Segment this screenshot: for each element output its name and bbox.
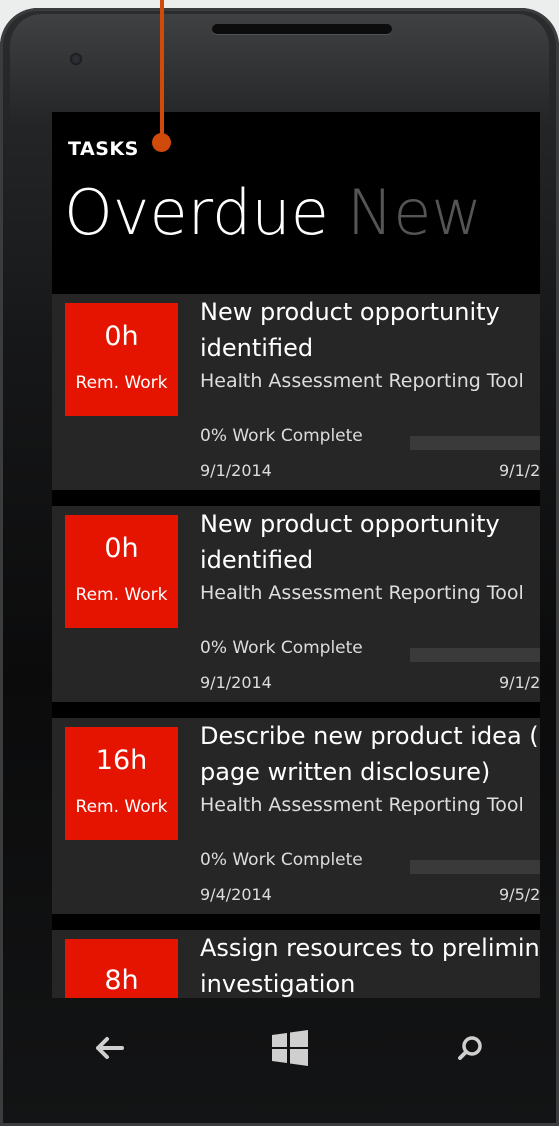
task-list: 0h Rem. Work New product opportunity ide…: [52, 294, 540, 998]
callout-dot: [152, 133, 171, 152]
task-item[interactable]: 16h Rem. Work Describe new product idea …: [52, 718, 540, 914]
task-title-line2: investigation: [200, 970, 356, 998]
task-title-line2: page written disclosure): [200, 758, 491, 786]
end-date: 9/5/2: [499, 885, 540, 904]
callout-line: [160, 0, 164, 136]
work-complete-label: 0% Work Complete: [200, 638, 363, 658]
task-item[interactable]: 0h Rem. Work New product opportunity ide…: [52, 294, 540, 490]
remaining-hours: 0h: [104, 533, 139, 564]
task-project: Health Assessment Reporting Tool: [200, 794, 524, 816]
pivot-new[interactable]: New: [347, 176, 482, 249]
pivot-header: Overdue New: [64, 176, 482, 249]
phone-frame: TASKS Overdue New 0h Rem. Work New produc…: [0, 8, 559, 1126]
task-title-line2: identified: [200, 334, 314, 362]
start-button[interactable]: [260, 1018, 320, 1078]
work-complete-label: 0% Work Complete: [200, 850, 363, 870]
end-date: 9/1/2: [499, 673, 540, 692]
start-date: 9/4/2014: [200, 885, 272, 904]
task-item[interactable]: 0h Rem. Work New product opportunity ide…: [52, 506, 540, 702]
remaining-hours: 16h: [95, 745, 148, 776]
task-item[interactable]: 8h Assign resources to prelimina investi…: [52, 930, 540, 998]
task-project: Health Assessment Reporting Tool: [200, 370, 524, 392]
remaining-work-tile: 8h: [65, 939, 178, 998]
progress-bar: [410, 860, 540, 874]
search-icon: [458, 1036, 482, 1060]
work-complete-label: 0% Work Complete: [200, 426, 363, 446]
progress-bar: [410, 648, 540, 662]
remaining-work-tile: 16h Rem. Work: [65, 727, 178, 840]
search-button[interactable]: [440, 1018, 500, 1078]
front-camera: [70, 53, 82, 65]
task-title-line1: Describe new product idea (1-: [200, 722, 540, 750]
task-title-line2: identified: [200, 546, 314, 574]
task-title-line1: New product opportunity: [200, 510, 500, 538]
remaining-work-label: Rem. Work: [75, 797, 168, 817]
remaining-work-tile: 0h Rem. Work: [65, 515, 178, 628]
remaining-hours: 8h: [104, 965, 139, 996]
task-title: Describe new product idea (1- page writt…: [200, 718, 540, 790]
progress-bar: [410, 436, 540, 450]
remaining-work-label: Rem. Work: [75, 373, 168, 393]
back-button[interactable]: [80, 1018, 140, 1078]
task-title: New product opportunity identified: [200, 294, 540, 366]
task-project: Health Assessment Reporting Tool: [200, 582, 524, 604]
start-date: 9/1/2014: [200, 461, 272, 480]
remaining-hours: 0h: [104, 321, 139, 352]
hardware-nav-bar: [40, 1018, 530, 1078]
phone-earpiece: [212, 24, 392, 34]
remaining-work-label: Rem. Work: [75, 585, 168, 605]
pivot-overdue[interactable]: Overdue: [64, 176, 329, 249]
task-title: New product opportunity identified: [200, 506, 540, 578]
start-date: 9/1/2014: [200, 673, 272, 692]
end-date: 9/1/2: [499, 461, 540, 480]
app-title: TASKS: [68, 138, 139, 160]
phone-screen: TASKS Overdue New 0h Rem. Work New produc…: [52, 112, 540, 998]
remaining-work-tile: 0h Rem. Work: [65, 303, 178, 416]
back-arrow-icon: [96, 1037, 124, 1059]
windows-logo-icon: [272, 1030, 308, 1066]
task-title-line1: Assign resources to prelimina: [200, 934, 540, 962]
task-title: Assign resources to prelimina investigat…: [200, 930, 540, 998]
task-title-line1: New product opportunity: [200, 298, 500, 326]
